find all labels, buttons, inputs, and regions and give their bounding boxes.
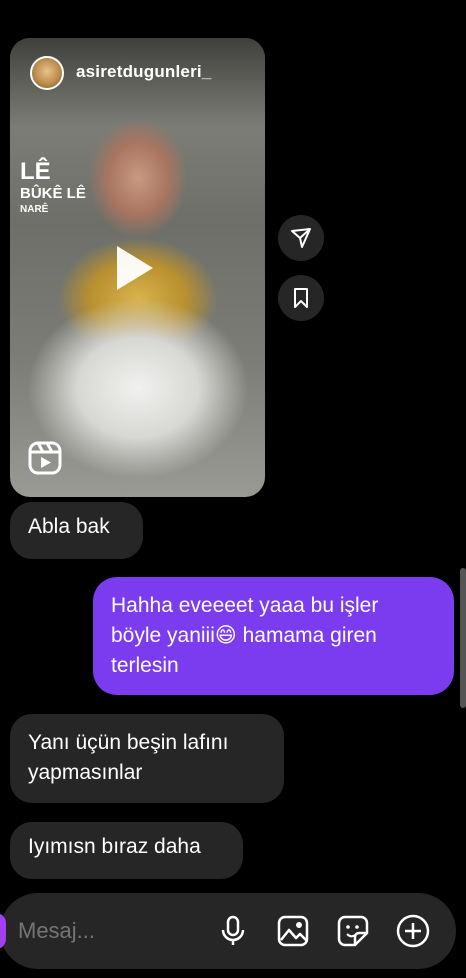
message-received-2[interactable]: Yanı üçün beşin lafını yapmasınlar: [10, 714, 284, 803]
reel-avatar[interactable]: [30, 56, 64, 90]
image-icon: [277, 915, 309, 947]
message-line: Yanı üçün beşin lafını: [28, 731, 229, 754]
microphone-button[interactable]: [213, 911, 253, 951]
bookmark-icon: [294, 288, 308, 308]
message-line: yapmasınlar: [28, 761, 143, 784]
gallery-button[interactable]: [273, 911, 313, 951]
reel-overlay-artist: NARÊ: [20, 204, 49, 215]
microphone-icon: [221, 915, 245, 945]
reel-overlay-subtitle: BÛKÊ LÊ: [20, 185, 86, 202]
message-text: Iyımısn bıraz daha: [28, 835, 201, 858]
send-icon: [291, 228, 311, 248]
message-sent-1[interactable]: Hahha eveeeet yaaa bu işler böyle yaniii…: [93, 577, 454, 695]
reel-username[interactable]: asiretdugunleri_: [76, 62, 211, 82]
message-line: terlesin: [111, 654, 179, 677]
reels-icon: [28, 441, 62, 475]
message-input[interactable]: [16, 917, 200, 945]
sticker-button[interactable]: [333, 911, 373, 951]
add-button[interactable]: [393, 911, 433, 951]
message-received-1[interactable]: Abla bak: [10, 502, 143, 559]
share-button[interactable]: [278, 215, 324, 261]
save-button[interactable]: [278, 275, 324, 321]
message-line: Hahha eveeeet yaaa bu işler: [111, 594, 379, 617]
scrollbar[interactable]: [460, 568, 466, 708]
message-line: böyle yaniii😄 hamama giren: [111, 624, 377, 647]
camera-button[interactable]: [0, 913, 6, 949]
message-text: Abla bak: [28, 515, 110, 538]
plus-circle-icon: [396, 914, 430, 948]
sticker-icon: [337, 915, 369, 947]
message-composer: [0, 893, 456, 969]
reel-overlay-title: LÊ: [20, 158, 51, 185]
message-received-3[interactable]: Iyımısn bıraz daha: [10, 822, 243, 879]
shared-reel[interactable]: asiretdugunleri_ LÊ BÛKÊ LÊ NARÊ: [10, 38, 265, 497]
play-icon[interactable]: [117, 246, 153, 290]
